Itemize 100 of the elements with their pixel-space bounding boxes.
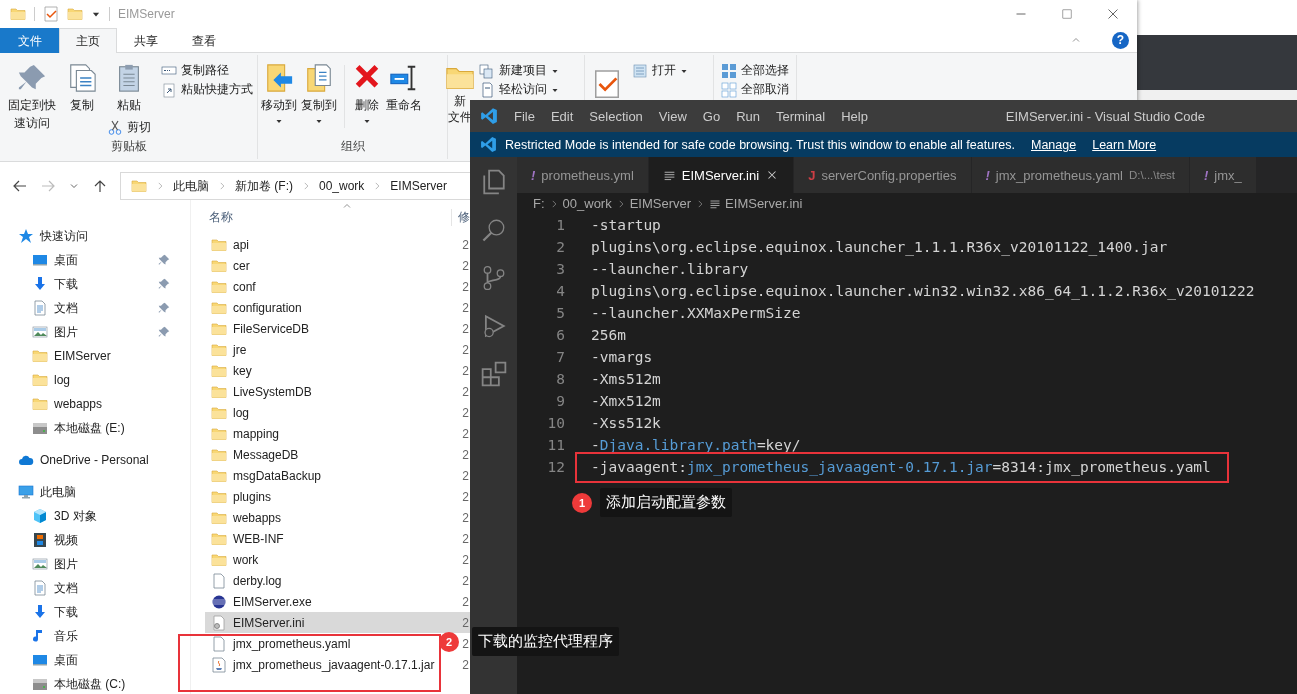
cut-button[interactable]: 剪切: [104, 118, 154, 137]
paste-shortcut-button[interactable]: 粘贴快捷方式: [158, 80, 256, 99]
search-icon[interactable]: [480, 217, 507, 243]
breadcrumb[interactable]: F:: [533, 196, 545, 211]
nav-item[interactable]: 图片: [18, 552, 190, 576]
ribbon-tab[interactable]: 共享: [117, 28, 175, 53]
file-row[interactable]: key: [205, 360, 438, 381]
file-row[interactable]: EIMServer.ini: [205, 612, 438, 633]
file-row[interactable]: jmx_prometheus_javaagent-0.17.1.jar: [205, 654, 438, 675]
nav-icon: [32, 508, 48, 524]
nav-item[interactable]: 桌面: [18, 648, 190, 672]
editor-tab[interactable]: ! jmx_: [1190, 157, 1257, 193]
close-icon: [1107, 8, 1119, 20]
column-header[interactable]: 名称: [209, 208, 233, 226]
ribbon-tab[interactable]: 主页: [59, 28, 117, 53]
file-row[interactable]: cer: [205, 255, 438, 276]
editor-tab[interactable]: ! prometheus.yml: [517, 157, 649, 193]
file-row[interactable]: api: [205, 234, 438, 255]
file-row[interactable]: EIMServer.exe: [205, 591, 438, 612]
select-all-button[interactable]: 全部选择: [718, 61, 792, 80]
nav-icon: [18, 484, 34, 500]
nav-item[interactable]: EIMServer: [18, 344, 190, 368]
nav-item[interactable]: 下载: [18, 272, 190, 296]
menu-item[interactable]: Terminal: [768, 108, 834, 124]
nav-item[interactable]: 文档: [18, 576, 190, 600]
menu-item[interactable]: Run: [728, 108, 768, 124]
nav-item[interactable]: 此电脑: [18, 480, 190, 504]
files-icon[interactable]: [480, 169, 507, 195]
breadcrumb[interactable]: EIMServer: [390, 179, 448, 193]
help-button[interactable]: ?: [1112, 31, 1129, 49]
nav-item[interactable]: 视频: [18, 528, 190, 552]
editor-tab[interactable]: EIMServer.ini: [648, 157, 795, 193]
menu-item[interactable]: File: [506, 108, 543, 124]
file-row[interactable]: webapps: [205, 507, 438, 528]
ribbon-tab[interactable]: 文件: [0, 28, 59, 53]
file-row[interactable]: log: [205, 402, 438, 423]
rename-button[interactable]: 重命名: [385, 61, 423, 138]
banner-link[interactable]: Learn More: [1092, 137, 1157, 152]
file-row[interactable]: MessageDB: [205, 444, 438, 465]
move-to-button[interactable]: 移动到: [260, 61, 298, 138]
file-row[interactable]: LiveSystemDB: [205, 381, 438, 402]
nav-item[interactable]: 桌面: [18, 248, 190, 272]
file-type-icon: !: [985, 167, 990, 183]
file-icon: [211, 572, 227, 589]
file-row[interactable]: FileServiceDB: [205, 318, 438, 339]
nav-item[interactable]: 音乐: [18, 624, 190, 648]
editor-tab[interactable]: J serverConfig.properties: [794, 157, 972, 193]
extensions-icon[interactable]: [480, 361, 507, 387]
breadcrumb[interactable]: 00_work: [562, 196, 612, 211]
file-row[interactable]: mapping: [205, 423, 438, 444]
file-type-icon: !: [1204, 167, 1209, 183]
copy-to-button[interactable]: 复制到: [300, 61, 338, 138]
file-row[interactable]: jre: [205, 339, 438, 360]
file-icon: [211, 236, 227, 253]
menu-item[interactable]: View: [650, 108, 695, 124]
address-bar[interactable]: 此电脑 新加卷 (F:) 00_work EIMServer: [120, 172, 472, 200]
nav-item[interactable]: 下载: [18, 600, 190, 624]
nav-item[interactable]: 快速访问: [18, 224, 190, 248]
file-row[interactable]: jmx_prometheus.yaml: [205, 633, 438, 654]
nav-item[interactable]: 3D 对象: [18, 504, 190, 528]
breadcrumb[interactable]: 00_work: [319, 179, 365, 193]
easy-access-button[interactable]: 轻松访问: [476, 80, 562, 99]
paste-button[interactable]: 粘贴: [104, 61, 154, 116]
open-button[interactable]: 打开: [629, 61, 691, 80]
menu-item[interactable]: Help: [833, 108, 876, 124]
file-row[interactable]: derby.log: [205, 570, 438, 591]
file-row[interactable]: plugins: [205, 486, 438, 507]
nav-item[interactable]: 图片: [18, 320, 190, 344]
file-row[interactable]: msgDataBackup: [205, 465, 438, 486]
nav-item[interactable]: 本地磁盘 (C:): [18, 672, 190, 694]
copy-button[interactable]: 复制: [64, 61, 100, 138]
ribbon-tab[interactable]: 查看: [175, 28, 233, 53]
nav-item[interactable]: log: [18, 368, 190, 392]
file-row[interactable]: WEB-INF: [205, 528, 438, 549]
up-icon[interactable]: [92, 178, 108, 194]
menu-item[interactable]: Go: [694, 108, 729, 124]
menu-item[interactable]: Edit: [542, 108, 582, 124]
copy-path-button[interactable]: 复制路径: [158, 61, 256, 80]
nav-item[interactable]: webapps: [18, 392, 190, 416]
banner-link[interactable]: Manage: [1031, 137, 1077, 152]
file-row[interactable]: conf: [205, 276, 438, 297]
nav-item[interactable]: 本地磁盘 (E:): [18, 416, 190, 440]
nav-item[interactable]: 文档: [18, 296, 190, 320]
breadcrumb[interactable]: EIMServer.ini: [725, 196, 803, 211]
breadcrumb[interactable]: EIMServer: [629, 196, 692, 211]
back-icon[interactable]: [12, 178, 28, 194]
menu-item[interactable]: Selection: [581, 108, 651, 124]
file-row[interactable]: configuration: [205, 297, 438, 318]
select-none-button[interactable]: 全部取消: [718, 80, 792, 99]
new-item-button[interactable]: 新建项目: [476, 61, 562, 80]
file-row[interactable]: work: [205, 549, 438, 570]
pin-button[interactable]: 固定到快速访问: [4, 61, 60, 138]
nav-item[interactable]: OneDrive - Personal: [18, 448, 190, 472]
line-number: 10: [546, 415, 565, 431]
checkmark-icon[interactable]: [43, 6, 59, 22]
editor-tab[interactable]: ! jmx_prometheus.yaml D:\...\test: [971, 157, 1190, 193]
delete-button[interactable]: 删除: [351, 61, 383, 138]
breadcrumb[interactable]: 新加卷 (F:): [235, 177, 293, 195]
breadcrumb[interactable]: 此电脑: [173, 177, 209, 195]
forward-icon[interactable]: [40, 178, 56, 194]
